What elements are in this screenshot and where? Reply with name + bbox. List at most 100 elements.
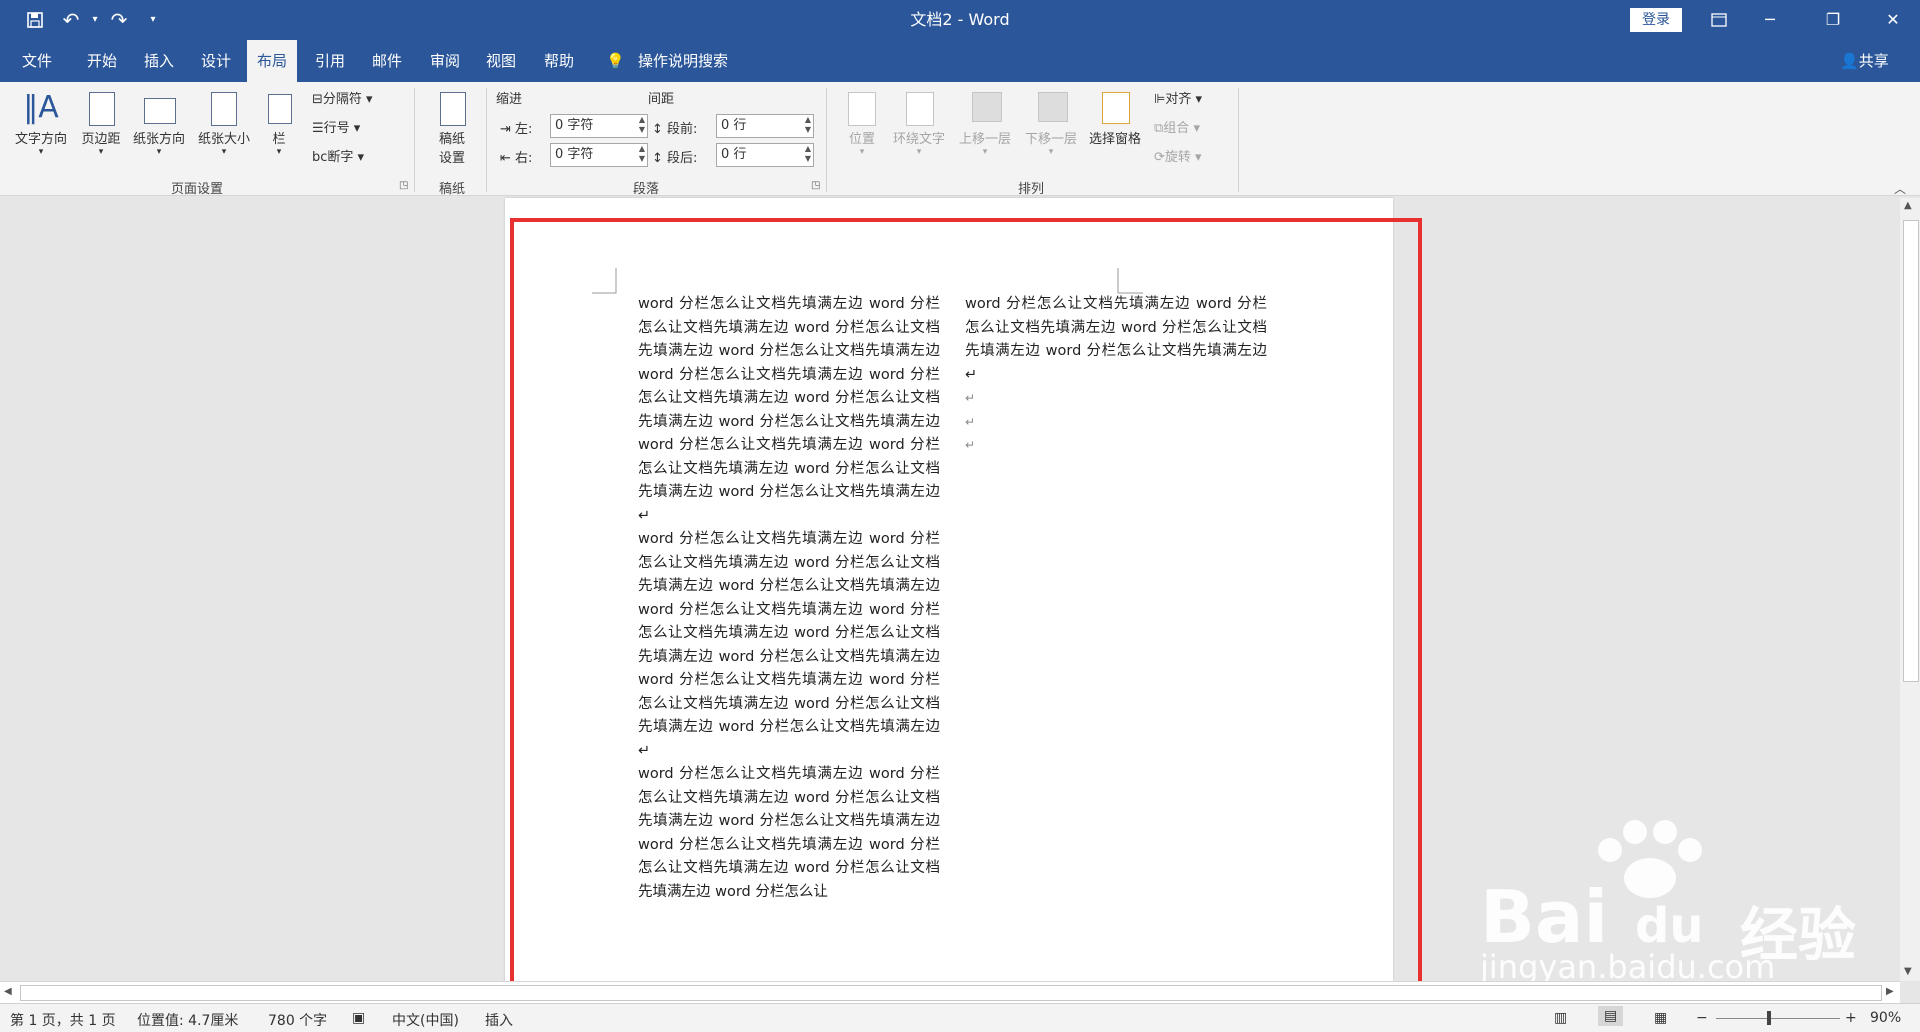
spacing-after-icon: ↕	[652, 151, 663, 166]
manuscript-group-label: 稿纸	[438, 182, 465, 197]
person-icon: 👤	[1840, 52, 1859, 70]
insert-mode[interactable]: 插入	[485, 1010, 513, 1030]
share-button[interactable]: 👤共享	[1840, 40, 1889, 82]
scroll-thumb[interactable]	[1903, 220, 1919, 682]
tab-review[interactable]: 审阅	[430, 40, 460, 82]
language[interactable]: 中文(中国)	[392, 1010, 459, 1030]
size-button[interactable]: 纸张大小 ▾	[193, 88, 255, 157]
position-icon	[840, 88, 884, 128]
spin-arrows-icon[interactable]: ▲ ▼	[805, 115, 811, 135]
spin-arrows-icon[interactable]: ▲ ▼	[639, 115, 645, 135]
send-backward-button[interactable]: 下移一层 ▾	[1020, 88, 1082, 157]
horizontal-scroll-thumb[interactable]	[20, 985, 1882, 1001]
spacing-after-field[interactable]: 0 行 ▲ ▼	[716, 143, 814, 167]
collapse-ribbon-icon[interactable]: ︿	[1894, 180, 1906, 197]
margins-button[interactable]: 页边距 ▾	[77, 88, 125, 157]
zoom-slider-handle[interactable]	[1767, 1011, 1771, 1025]
position-button[interactable]: 位置 ▾	[840, 88, 884, 157]
group-separator	[1238, 88, 1239, 192]
selection-pane-button[interactable]: 选择窗格	[1084, 88, 1146, 147]
print-layout-icon[interactable]: ▤	[1598, 1006, 1624, 1026]
minimize-icon[interactable]: ─	[1747, 0, 1793, 40]
group-objects-button[interactable]: ⧉组合 ▾	[1154, 117, 1200, 136]
tab-home[interactable]: 开始	[87, 40, 117, 82]
read-mode-icon[interactable]: ▥	[1554, 1010, 1567, 1026]
web-layout-icon[interactable]: ▦	[1654, 1010, 1667, 1026]
scroll-right-icon[interactable]: ▶	[1886, 986, 1894, 997]
tell-me-search[interactable]: 操作说明搜索	[638, 40, 728, 82]
rotate-button[interactable]: ⟳旋转 ▾	[1154, 146, 1202, 165]
vertical-scrollbar[interactable]: ▲ ▼	[1900, 198, 1920, 981]
tab-insert[interactable]: 插入	[144, 40, 174, 82]
status-bar: 第 1 页，共 1 页 位置值: 4.7厘米 780 个字 ▣ 中文(中国) 插…	[0, 1003, 1920, 1032]
spacing-before-field[interactable]: 0 行 ▲ ▼	[716, 114, 814, 138]
ribbon-display-options-icon[interactable]	[1696, 0, 1742, 40]
scroll-down-icon[interactable]: ▼	[1904, 966, 1912, 977]
indent-left-icon: ⇥	[500, 122, 511, 137]
orientation-button[interactable]: 纸张方向 ▾	[128, 88, 190, 157]
tab-help[interactable]: 帮助	[544, 40, 574, 82]
spin-arrows-icon[interactable]: ▲ ▼	[639, 144, 645, 164]
baidu-watermark: Bai du 经验 jingyan.baidu.com	[1470, 820, 1890, 990]
tab-view[interactable]: 视图	[486, 40, 516, 82]
indent-right-field[interactable]: 0 字符 ▲ ▼	[550, 143, 648, 167]
tab-design[interactable]: 设计	[201, 40, 231, 82]
columns-icon	[264, 88, 294, 128]
breaks-button[interactable]: ⊟分隔符 ▾	[312, 88, 373, 107]
group-separator	[826, 88, 827, 192]
zoom-out-icon[interactable]: −	[1696, 1010, 1708, 1026]
text-direction-button[interactable]: ‖A 文字方向 ▾	[10, 88, 72, 157]
scroll-up-icon[interactable]: ▲	[1904, 200, 1912, 211]
hyphenation-button[interactable]: bc断字 ▾	[312, 146, 364, 165]
zoom-slider[interactable]	[1716, 1018, 1840, 1019]
indent-right-icon: ⇤	[500, 151, 511, 166]
manuscript-settings-button[interactable]: 稿纸 设置	[428, 88, 476, 166]
group-icon: ⧉	[1154, 121, 1164, 136]
spacing-after-label: ↕ 段后:	[652, 151, 698, 166]
bring-forward-button[interactable]: 上移一层 ▾	[954, 88, 1016, 157]
paragraph-dialog-launcher-icon[interactable]: ◳	[811, 180, 820, 191]
redo-icon[interactable]: ↷	[104, 6, 134, 34]
proofing-icon[interactable]: ▣	[352, 1010, 365, 1026]
rotate-icon: ⟳	[1154, 150, 1165, 165]
selection-pane-icon	[1084, 88, 1146, 128]
page-count[interactable]: 第 1 页，共 1 页	[10, 1010, 116, 1030]
customize-quick-access-icon[interactable]: ▾	[138, 6, 168, 34]
send-backward-icon	[1020, 88, 1082, 128]
tab-layout[interactable]: 布局	[247, 40, 297, 82]
arrange-group-label: 排列	[1017, 182, 1044, 197]
word-count[interactable]: 780 个字	[268, 1010, 327, 1030]
line-numbers-button[interactable]: ☰行号 ▾	[312, 117, 360, 136]
indent-right-label: ⇤ 右:	[500, 151, 533, 166]
close-icon[interactable]: ✕	[1870, 0, 1916, 40]
scroll-left-icon[interactable]: ◀	[4, 986, 12, 997]
wrap-text-icon	[888, 88, 950, 128]
page-setup-group-label: 页面设置	[170, 182, 223, 197]
paragraph-group-label: 段落	[632, 182, 659, 197]
zoom-level[interactable]: 90%	[1870, 1010, 1901, 1026]
save-icon[interactable]	[20, 6, 50, 34]
highlight-box	[510, 218, 1422, 998]
orientation-icon	[128, 88, 190, 128]
align-button[interactable]: ⊫对齐 ▾	[1154, 88, 1202, 107]
restore-icon[interactable]: ❐	[1810, 0, 1856, 40]
hyphenation-icon: bc	[312, 150, 328, 165]
horizontal-scrollbar[interactable]: ◀ ▶	[0, 981, 1900, 1004]
spin-arrows-icon[interactable]: ▲ ▼	[805, 144, 811, 164]
wrap-text-button[interactable]: 环绕文字 ▾	[888, 88, 950, 157]
align-icon: ⊫	[1154, 92, 1166, 107]
indent-left-field[interactable]: 0 字符 ▲ ▼	[550, 114, 648, 138]
zoom-in-icon[interactable]: +	[1845, 1010, 1857, 1026]
group-separator	[486, 88, 487, 192]
manuscript-icon	[428, 88, 476, 128]
indent-label: 缩进	[496, 92, 523, 107]
login-button[interactable]: 登录	[1630, 8, 1682, 32]
group-separator	[414, 88, 415, 192]
title-bar: ↶ ▾ ↷ ▾ 文档2 - Word 登录 ─ ❐ ✕	[0, 0, 1920, 40]
tab-references[interactable]: 引用	[315, 40, 345, 82]
columns-button[interactable]: 栏 ▾	[264, 88, 294, 157]
tab-mailings[interactable]: 邮件	[372, 40, 402, 82]
lightbulb-icon: 💡	[606, 52, 625, 70]
tab-file[interactable]: 文件	[22, 40, 52, 82]
page-setup-dialog-launcher-icon[interactable]: ◳	[399, 180, 408, 191]
